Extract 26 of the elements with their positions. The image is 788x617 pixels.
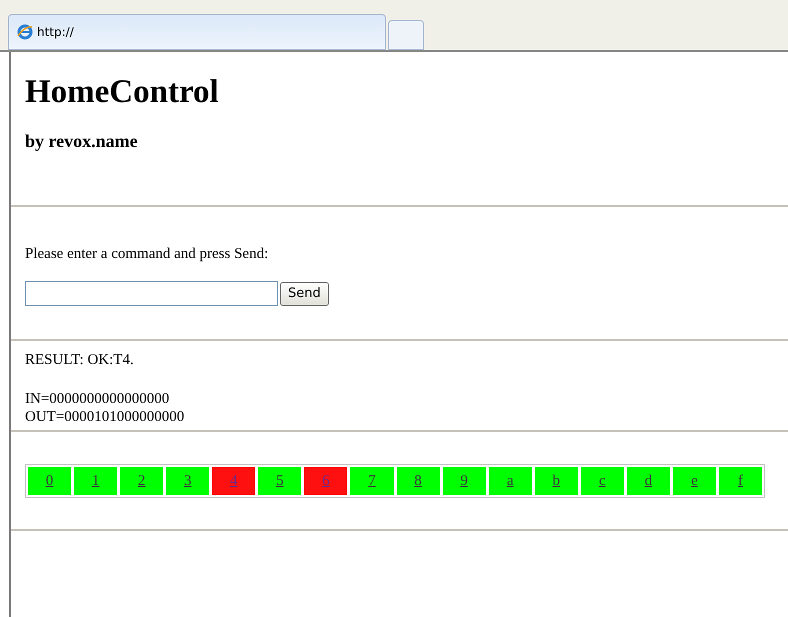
page-title: HomeControl [25, 73, 220, 112]
instruction-text: Please enter a command and press Send: [25, 245, 270, 264]
channel-toggle[interactable]: c [580, 467, 624, 495]
browser-logo-icon [17, 24, 33, 40]
inputs-state: IN=0000000000000000 [25, 390, 170, 408]
channel-toggle[interactable]: a [488, 467, 532, 495]
channel-toggle[interactable]: b [534, 467, 578, 495]
browser-tab[interactable]: http:// [8, 14, 386, 50]
new-tab-button[interactable] [388, 20, 424, 50]
channel-toggle[interactable]: 1 [74, 467, 118, 495]
channel-toggle[interactable]: 9 [442, 467, 486, 495]
channel-toggle[interactable]: 7 [350, 467, 394, 495]
page-subtitle: by revox.name [25, 130, 139, 152]
result-text: RESULT: OK:T4. [25, 351, 135, 370]
channel-toggle[interactable]: 5 [258, 467, 302, 495]
channel-toggle[interactable]: f [718, 467, 762, 495]
channel-toggle[interactable]: 2 [120, 467, 164, 495]
outputs-state: OUT=0000101000000000 [25, 408, 186, 426]
tab-title: http:// [37, 24, 74, 41]
channel-toggle[interactable]: 8 [396, 467, 440, 495]
send-button[interactable]: Send [280, 282, 329, 306]
channel-toggle[interactable]: 3 [166, 467, 210, 495]
command-field[interactable] [25, 281, 278, 306]
channel-toggle[interactable]: 0 [28, 467, 72, 495]
channel-toggle[interactable]: d [626, 467, 670, 495]
channel-toggle[interactable]: e [672, 467, 716, 495]
